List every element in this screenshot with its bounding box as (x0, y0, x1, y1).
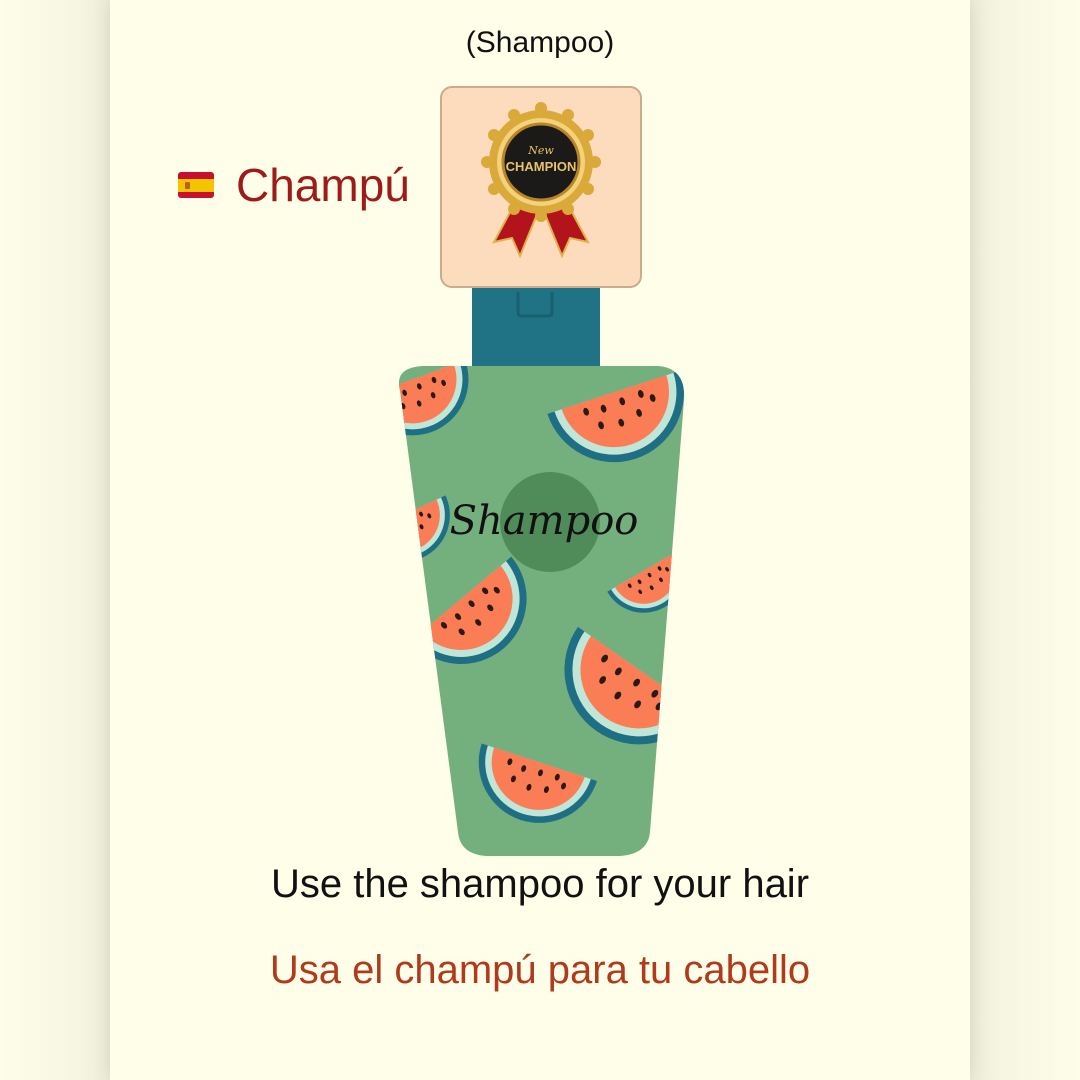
badge-line-1: New (527, 144, 554, 157)
english-word: (Shampoo) (465, 26, 615, 59)
spanish-word-row: Champú (178, 158, 410, 212)
left-margin (0, 0, 110, 1080)
spain-flag-icon (178, 172, 214, 198)
spanish-word: Champú (236, 159, 410, 211)
bottle-label: Shampoo (450, 498, 639, 544)
badge-line-2: CHAMPION (506, 159, 577, 174)
shampoo-bottle-illustration: Shampoo (398, 262, 685, 856)
champion-badge-box: New CHAMPION (440, 86, 642, 288)
example-sentence-spanish: Usa el champú para tu cabello (269, 948, 811, 992)
right-margin (970, 0, 1080, 1080)
award-medal-icon: New CHAMPION (481, 102, 601, 259)
